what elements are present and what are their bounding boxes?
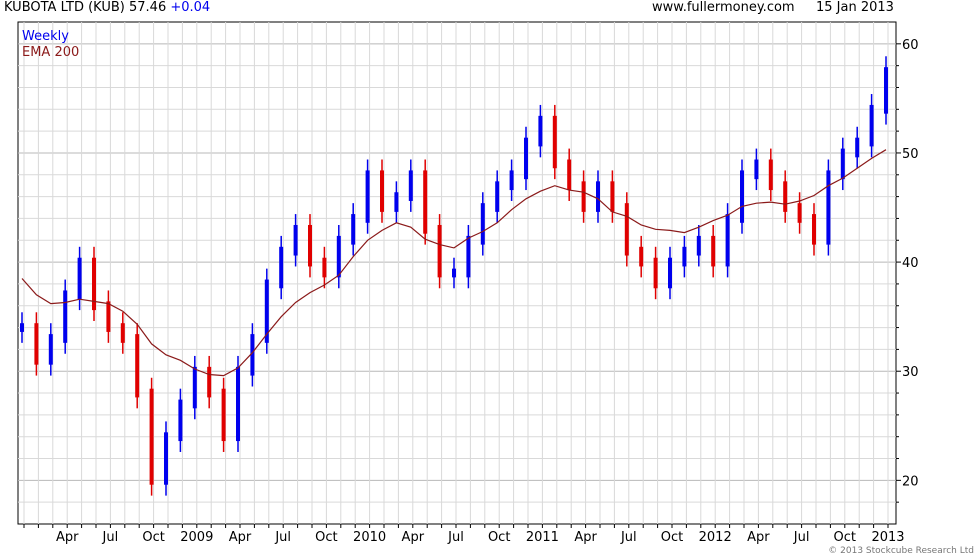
price-bar [149, 388, 154, 485]
x-tick-label: Apr [56, 530, 79, 545]
x-tick-label: Jul [102, 530, 119, 545]
price-bar [783, 181, 788, 212]
price-bar [812, 214, 816, 245]
legend-ema: EMA 200 [22, 45, 79, 60]
price-bar [178, 399, 183, 442]
price-bar [581, 181, 586, 212]
price-bar [408, 170, 413, 201]
price-bar [509, 170, 514, 191]
price-bar [322, 257, 327, 278]
price-chart: 20 30 40 50 60 Apr Jul Oct 2009 Apr Jul Oct 2010 Apr J… [17, 21, 919, 545]
price-bar [668, 257, 672, 289]
price-bar [336, 235, 341, 278]
x-tick-label: Apr [574, 530, 597, 545]
price-bar [34, 323, 39, 365]
y-tick-label: 20 [902, 474, 919, 489]
y-tick-label: 30 [902, 365, 919, 380]
price-bar [682, 246, 687, 267]
price-bar [106, 301, 111, 332]
price-bar [884, 67, 888, 114]
price-bar [639, 246, 644, 267]
x-tick-label: Apr [747, 530, 770, 545]
x-tick-label: Jul [620, 530, 637, 545]
price-bar [236, 366, 240, 442]
price-bar [552, 115, 557, 169]
price-bar [480, 203, 485, 245]
x-tick-label: Jul [793, 530, 810, 545]
price-bar [351, 214, 356, 245]
price-bar [365, 170, 370, 223]
x-tick-label: Apr [402, 530, 425, 545]
x-tick-label: Oct [834, 530, 856, 545]
price-bar [452, 268, 456, 278]
y-tick-label: 60 [902, 38, 919, 53]
price-bar [48, 334, 53, 365]
price-bar [495, 181, 500, 212]
copyright: © 2013 Stockcube Research Ltd [828, 546, 974, 556]
x-tick-label: 2010 [353, 530, 386, 545]
x-tick-label: Oct [142, 530, 164, 545]
price-bar [164, 432, 168, 485]
price-bar [207, 366, 212, 398]
price-bar [725, 214, 730, 267]
price-bar [567, 159, 572, 191]
x-tick-label: Oct [315, 530, 337, 545]
legend-weekly: Weekly [22, 29, 69, 44]
price-bar [768, 159, 773, 191]
price-bar [711, 235, 716, 267]
price-bar [653, 257, 658, 289]
price-bar [610, 181, 615, 212]
price-bar [797, 203, 802, 223]
price-bar [192, 366, 197, 409]
price-bar [524, 137, 528, 180]
price-bar [624, 203, 629, 256]
price-bar [63, 290, 68, 343]
price-bar [869, 104, 874, 147]
price-bar [120, 323, 125, 343]
x-tick-label: Oct [488, 530, 510, 545]
y-tick-label: 40 [902, 256, 919, 271]
x-tick-label: 2013 [871, 530, 904, 545]
price-bar [466, 235, 471, 278]
price-bar [135, 334, 140, 398]
x-tick-label: Oct [661, 530, 683, 545]
price-bar [92, 257, 96, 311]
x-tick-label: 2012 [699, 530, 732, 545]
price-bar [437, 224, 442, 278]
price-bar [221, 388, 226, 442]
price-bar [826, 170, 831, 245]
price-bar [596, 181, 600, 212]
price-bar [840, 148, 845, 180]
price-bar [293, 224, 298, 256]
price-bar [380, 170, 384, 212]
x-tick-label: Jul [274, 530, 291, 545]
price-bar [423, 170, 428, 234]
price-bar [855, 137, 860, 158]
price-bar [279, 246, 284, 289]
price-bar [740, 170, 744, 223]
x-tick-label: Apr [229, 530, 252, 545]
price-bar [77, 257, 82, 300]
price-bar [538, 115, 543, 147]
x-tick-label: Jul [447, 530, 464, 545]
price-bar [394, 192, 399, 212]
y-tick-label: 50 [902, 147, 919, 162]
x-tick-label: 2011 [526, 530, 559, 545]
price-bar [696, 235, 701, 256]
price-bar [754, 159, 759, 180]
chart-window: KUBOTA LTD (KUB) 57.46 +0.04 www.fullerm… [0, 0, 980, 560]
price-bar [20, 323, 24, 332]
price-bar [308, 224, 312, 267]
x-tick-label: 2009 [180, 530, 213, 545]
